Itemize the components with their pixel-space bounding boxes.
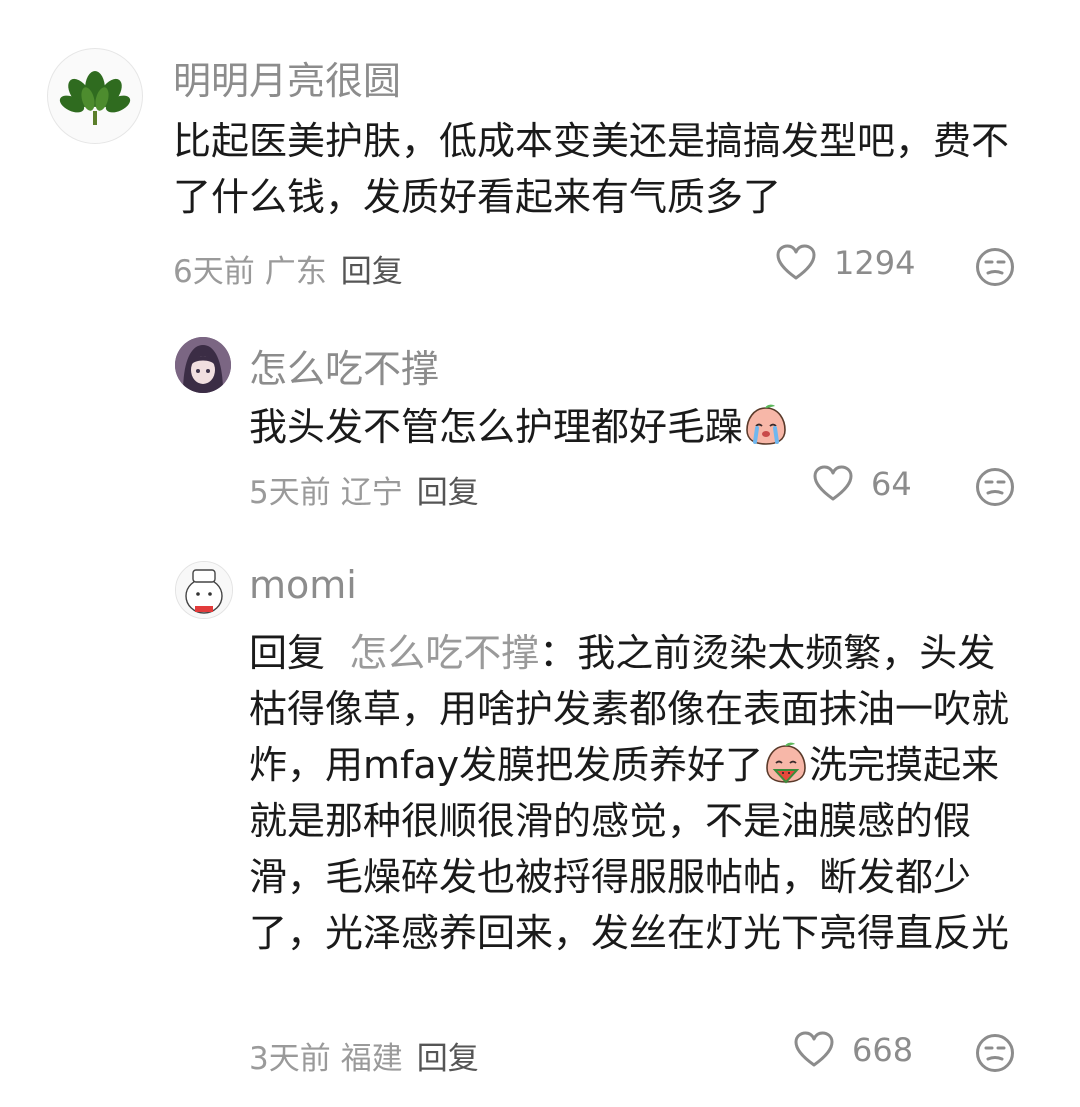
reply-button[interactable]: 回复 (417, 1041, 479, 1077)
like-count: 64 (871, 465, 912, 503)
like-count: 1294 (834, 244, 916, 282)
comment-meta: 5天前 辽宁 回复 (249, 467, 479, 512)
reply-mention-link[interactable]: 怎么吃不撑 (349, 631, 539, 675)
meh-face-icon (976, 468, 1014, 506)
comment-location: 福建 (340, 1041, 403, 1077)
comment-meta: 6天前 广东 回复 (173, 246, 403, 291)
dislike-button[interactable] (975, 467, 1015, 511)
plant-avatar-image (59, 71, 131, 125)
like-button[interactable]: 668 (794, 1031, 913, 1069)
reply-button[interactable]: 回复 (341, 254, 403, 290)
crying-peach-emoji-icon (746, 404, 786, 445)
dislike-button[interactable] (975, 1033, 1015, 1077)
anime-girl-avatar-image (175, 337, 231, 393)
comment-text: 比起医美护肤，低成本变美还是搞搞发型吧，费不了什么钱，发质好看起来有气质多了 (173, 119, 1010, 219)
meh-face-icon (976, 248, 1014, 286)
heart-outline-icon (776, 244, 816, 280)
like-button[interactable]: 1294 (776, 244, 915, 282)
dislike-button[interactable] (975, 247, 1015, 291)
like-count: 668 (852, 1031, 914, 1069)
comment-time: 3天前 (249, 1041, 331, 1077)
heart-outline-icon (813, 465, 853, 501)
avatar[interactable] (175, 337, 231, 393)
avatar[interactable] (175, 561, 233, 619)
comment-author[interactable]: momi (249, 563, 357, 607)
comment-text-body: 我头发不管怎么护理都好毛躁 (249, 405, 744, 449)
comment-text: 回复 怎么吃不撑：我之前烫染太频繁，头发枯得像草，用啥护发素都像在表面抹油一吹就… (249, 625, 1011, 961)
cartoon-avatar-image (176, 562, 232, 618)
comment-location: 广东 (264, 254, 327, 290)
like-button[interactable]: 64 (813, 465, 912, 503)
comment-time: 5天前 (249, 475, 331, 511)
reply-colon: ： (539, 631, 578, 675)
comment-meta: 3天前 福建 回复 (249, 1033, 479, 1078)
comment-text: 我头发不管怎么护理都好毛躁 (249, 399, 1009, 455)
avatar[interactable] (47, 48, 143, 144)
comment-author[interactable]: 怎么吃不撑 (249, 338, 439, 393)
meh-face-icon (976, 1034, 1014, 1072)
heart-outline-icon (794, 1031, 834, 1067)
comment-time: 6天前 (173, 254, 255, 290)
comment-location: 辽宁 (340, 475, 403, 511)
watermelon-peach-emoji-icon (766, 742, 806, 784)
comment-author[interactable]: 明明月亮很圆 (173, 50, 401, 105)
reply-button[interactable]: 回复 (417, 475, 479, 511)
reply-prefix: 回复 (249, 631, 326, 675)
